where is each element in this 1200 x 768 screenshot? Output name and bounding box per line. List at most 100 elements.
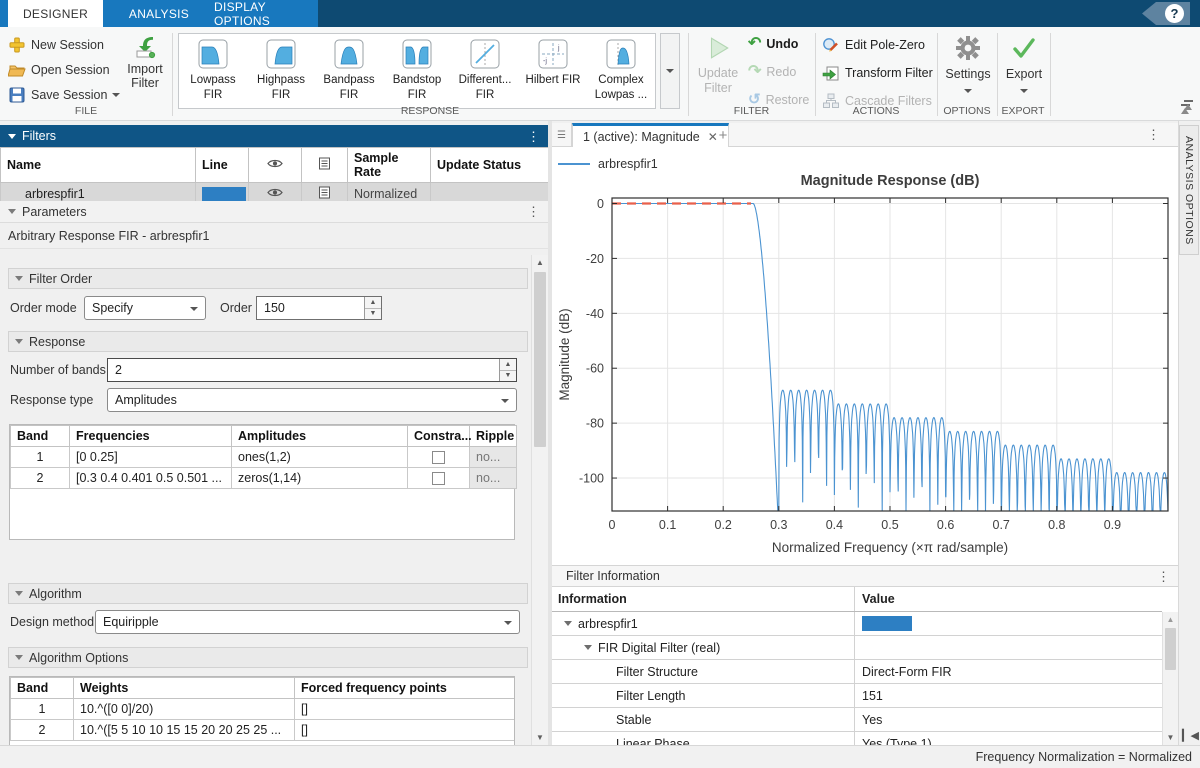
col-update-status[interactable]: Update Status	[431, 148, 549, 183]
col-visibility[interactable]	[249, 148, 302, 183]
filters-menu-icon[interactable]: ⋮	[527, 130, 540, 143]
scrollbar-thumb[interactable]	[534, 272, 546, 447]
filter-info-header-row: Information Value	[552, 587, 1162, 612]
info-row-stable[interactable]: Stable Yes	[552, 708, 1162, 732]
tab-analysis[interactable]: ANALYSIS	[112, 0, 206, 27]
order-spinner-buttons[interactable]: ▲▼	[364, 297, 381, 319]
bands-spinner-buttons[interactable]: ▲▼	[499, 359, 516, 381]
forced-points-cell[interactable]: []	[295, 720, 516, 741]
new-session-button[interactable]: New Session	[8, 35, 104, 55]
filter-order-section-header[interactable]: Filter Order	[8, 268, 528, 289]
tree-collapse-icon[interactable]	[564, 621, 572, 626]
frequencies-cell[interactable]: [0 0.25]	[70, 447, 232, 468]
forced-points-cell[interactable]: []	[295, 699, 516, 720]
amplitudes-cell[interactable]: zeros(1,14)	[232, 468, 408, 489]
filter-info-menu-icon[interactable]: ⋮	[1157, 570, 1170, 583]
band-cell[interactable]: 2	[11, 720, 74, 741]
info-row-filter-structure[interactable]: Filter Structure Direct-Form FIR	[552, 660, 1162, 684]
tree-collapse-icon[interactable]	[584, 645, 592, 650]
transform-filter-button[interactable]: Transform Filter	[822, 64, 933, 82]
design-method-dropdown[interactable]: Equiripple	[95, 610, 520, 634]
info-row-filter[interactable]: arbrespfir1	[552, 612, 1162, 636]
differentiator-fir-button[interactable]: Different...FIR	[451, 34, 519, 108]
line-color-swatch[interactable]	[202, 187, 246, 201]
col-forced-frequency-points[interactable]: Forced frequency points	[295, 678, 516, 699]
ripple-cell[interactable]: no...	[470, 447, 517, 468]
weights-cell[interactable]: 10.^([5 5 10 10 15 15 20 20 25 25 ...	[74, 720, 295, 741]
frequencies-cell[interactable]: [0.3 0.4 0.401 0.5 0.501 ...	[70, 468, 232, 489]
scroll-up-arrow[interactable]: ▲	[1163, 612, 1178, 627]
order-mode-dropdown[interactable]: Specify	[84, 296, 206, 320]
bandpass-fir-button[interactable]: BandpassFIR	[315, 34, 383, 108]
display-menu-icon[interactable]: ⋮	[1147, 128, 1160, 141]
col-information[interactable]: Information	[552, 587, 855, 611]
collapse-panel-button[interactable]	[1182, 100, 1196, 112]
scroll-down-arrow[interactable]: ▼	[1163, 730, 1178, 745]
constrained-checkbox[interactable]	[432, 451, 445, 464]
complex-lowpass-fir-button[interactable]: ComplexLowpas ...	[587, 34, 655, 108]
scroll-up-arrow[interactable]: ▲	[532, 255, 548, 270]
band-cell[interactable]: 1	[11, 699, 74, 720]
col-properties[interactable]	[302, 148, 348, 183]
col-line[interactable]: Line	[196, 148, 249, 183]
algorithm-section-header[interactable]: Algorithm	[8, 583, 528, 604]
algorithm-options-section-header[interactable]: Algorithm Options	[8, 647, 528, 668]
save-session-dropdown[interactable]	[112, 93, 120, 97]
response-type-dropdown[interactable]: Amplitudes	[107, 388, 517, 412]
band-cell[interactable]: 2	[11, 468, 70, 489]
info-row-linear-phase[interactable]: Linear Phase Yes (Type 1)	[552, 732, 1162, 745]
constrained-checkbox[interactable]	[432, 472, 445, 485]
col-name[interactable]: Name	[1, 148, 196, 183]
filter-info-scrollbar[interactable]: ▲ ▼	[1162, 612, 1178, 745]
info-row-filter-length[interactable]: Filter Length 151	[552, 684, 1162, 708]
analysis-options-vertical-tab[interactable]: ANALYSIS OPTIONS	[1179, 125, 1199, 255]
col-constrained[interactable]: Constra...	[408, 426, 470, 447]
undo-button[interactable]: ↶ Undo	[748, 37, 798, 51]
amplitudes-cell[interactable]: ones(1,2)	[232, 447, 408, 468]
scroll-down-arrow[interactable]: ▼	[532, 730, 548, 745]
constrained-cell[interactable]	[408, 447, 470, 468]
response-section-header[interactable]: Response	[8, 331, 528, 352]
col-sample-rate[interactable]: Sample Rate	[348, 148, 431, 183]
col-frequencies[interactable]: Frequencies	[70, 426, 232, 447]
collapse-parameters-icon[interactable]	[8, 209, 16, 214]
col-band[interactable]: Band	[11, 678, 74, 699]
open-session-button[interactable]: Open Session	[8, 60, 110, 80]
hilbert-fir-button[interactable]: j -j Hilbert FIR	[519, 34, 587, 108]
ripple-cell[interactable]: no...	[470, 468, 517, 489]
tab-list-icon[interactable]: ☰	[552, 123, 572, 147]
settings-button[interactable]: Settings	[941, 34, 995, 98]
weights-cell[interactable]: 10.^([0 0]/20)	[74, 699, 295, 720]
col-amplitudes[interactable]: Amplitudes	[232, 426, 408, 447]
parameters-menu-icon[interactable]: ⋮	[527, 205, 540, 218]
collapse-filters-icon[interactable]	[8, 134, 16, 139]
info-row-fir-digital-filter[interactable]: FIR Digital Filter (real)	[552, 636, 1162, 660]
number-of-bands-spinner[interactable]: 2 ▲▼	[107, 358, 517, 382]
bandstop-fir-button[interactable]: BandstopFIR	[383, 34, 451, 108]
col-value[interactable]: Value	[855, 587, 1162, 611]
redo-button[interactable]: ↷ Redo	[748, 65, 796, 79]
parameters-scrollbar[interactable]: ▲ ▼	[531, 255, 548, 745]
help-button[interactable]: ?	[1142, 2, 1190, 25]
response-gallery-dropdown[interactable]	[660, 33, 680, 109]
save-disk-icon	[8, 86, 26, 104]
tab-display-options[interactable]: DISPLAY OPTIONS	[214, 0, 318, 27]
col-ripple[interactable]: Ripple	[470, 426, 517, 447]
highpass-fir-button[interactable]: HighpassFIR	[247, 34, 315, 108]
constrained-cell[interactable]	[408, 468, 470, 489]
col-weights[interactable]: Weights	[74, 678, 295, 699]
magnitude-response-plot[interactable]: 00.10.20.30.40.50.60.70.80.90-20-40-60-8…	[552, 151, 1178, 563]
lowpass-fir-button[interactable]: LowpassFIR	[179, 34, 247, 108]
magnitude-display-tab[interactable]: 1 (active): Magnitude ✕	[572, 123, 729, 147]
band-cell[interactable]: 1	[11, 447, 70, 468]
tab-designer[interactable]: DESIGNER	[8, 0, 103, 27]
order-spinner[interactable]: 150 ▲▼	[256, 296, 382, 320]
edit-pole-zero-button[interactable]: Edit Pole-Zero	[822, 36, 925, 54]
dock-panel-icon[interactable]: ▎◀	[1182, 729, 1199, 742]
scrollbar-thumb[interactable]	[1165, 628, 1176, 670]
col-band[interactable]: Band	[11, 426, 70, 447]
save-session-button[interactable]: Save Session	[8, 85, 120, 105]
export-button[interactable]: Export	[1000, 34, 1048, 98]
add-display-tab-button[interactable]: +	[710, 126, 736, 146]
update-filter-button[interactable]: UpdateFilter	[692, 35, 744, 97]
